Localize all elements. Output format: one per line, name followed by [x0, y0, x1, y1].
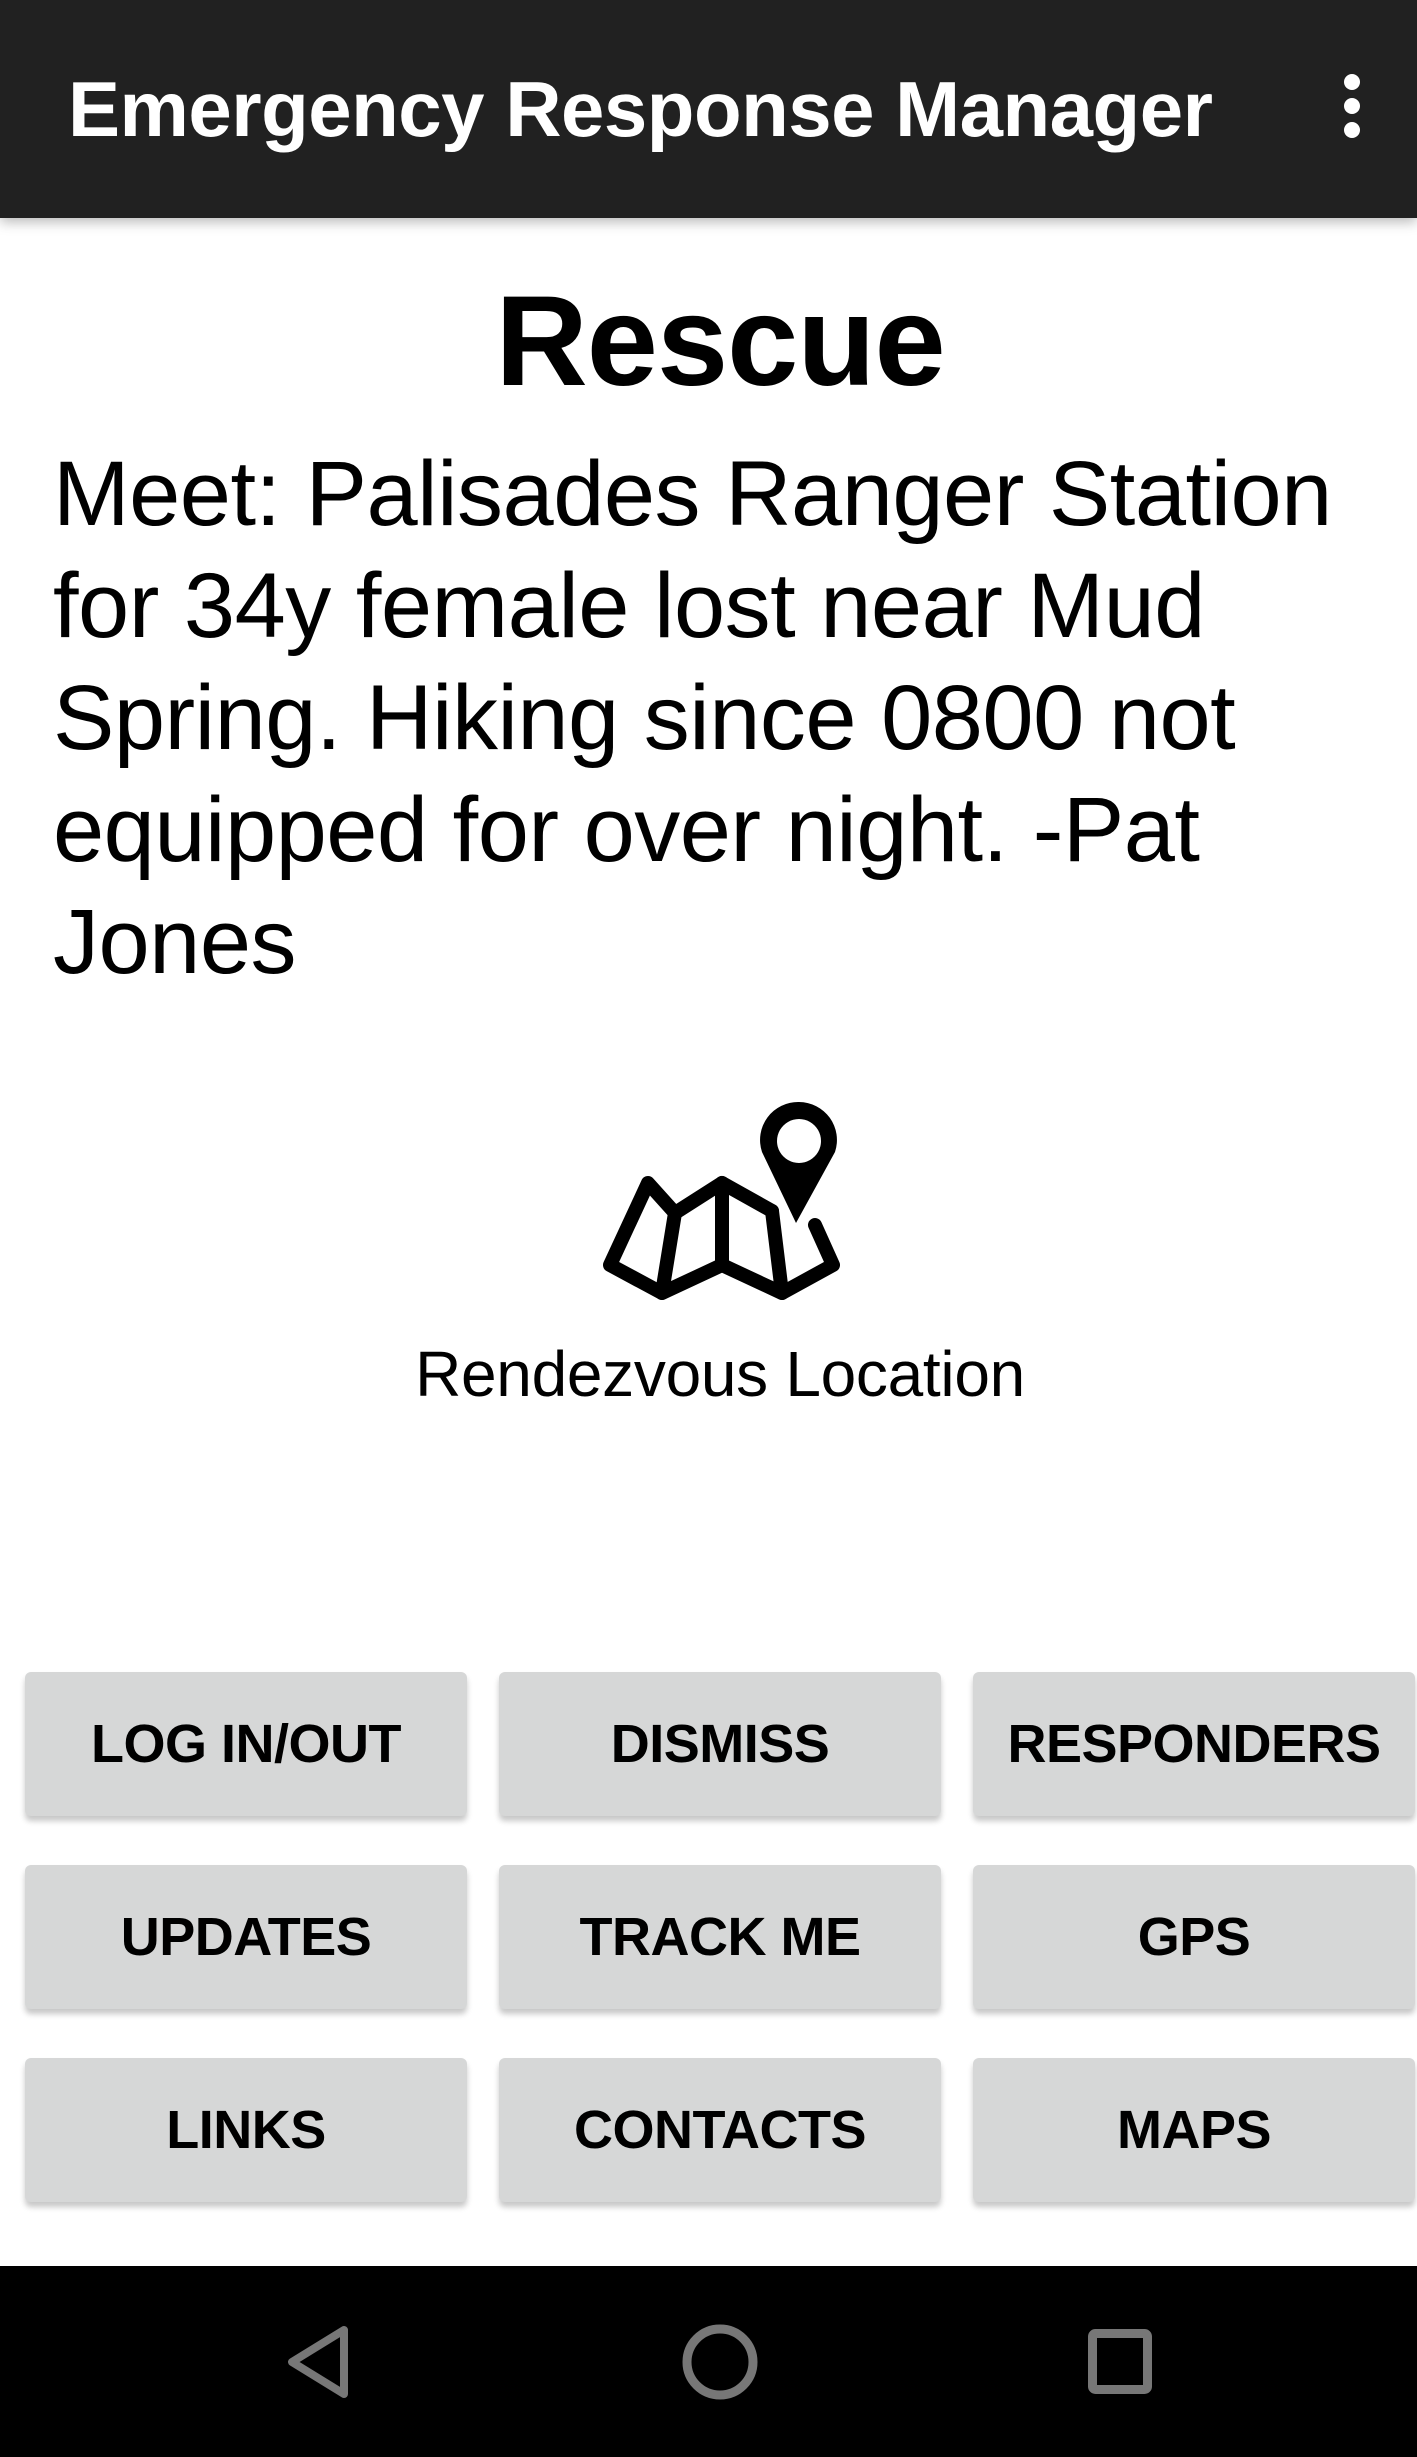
- links-button[interactable]: LINKS: [25, 2058, 467, 2202]
- dismiss-button[interactable]: DISMISS: [499, 1672, 941, 1816]
- alert-type-heading: Rescue: [495, 270, 945, 413]
- action-button-grid: LOG IN/OUT DISMISS RESPONDERS UPDATES TR…: [25, 1672, 1417, 2202]
- contacts-button[interactable]: CONTACTS: [499, 2058, 941, 2202]
- rendezvous-location-button[interactable]: Rendezvous Location: [0, 1093, 1417, 1414]
- app-title: Emergency Response Manager: [68, 65, 1213, 153]
- nav-back-button[interactable]: [220, 2266, 420, 2457]
- maps-button[interactable]: MAPS: [973, 2058, 1415, 2202]
- map-pin-icon: [603, 1101, 840, 1300]
- alert-message: Meet: Palisades Ranger Station for 34y f…: [53, 443, 1332, 993]
- rendezvous-location-label: Rendezvous Location: [415, 1338, 1025, 1410]
- system-nav-bar: [0, 2266, 1417, 2457]
- overflow-menu-button[interactable]: [1322, 60, 1382, 156]
- responders-button[interactable]: RESPONDERS: [973, 1672, 1415, 1816]
- back-triangle-icon: [288, 2326, 348, 2398]
- nav-home-button[interactable]: [620, 2266, 820, 2457]
- recents-square-icon: [1088, 2329, 1152, 2394]
- alert-content: Rescue Meet: Palisades Ranger Station fo…: [0, 218, 1417, 2266]
- log-in-out-button[interactable]: LOG IN/OUT: [25, 1672, 467, 1816]
- app-bar: Emergency Response Manager: [0, 0, 1417, 218]
- more-vert-icon-dot: [1344, 122, 1360, 138]
- gps-button[interactable]: GPS: [973, 1865, 1415, 2009]
- more-vert-icon: [1344, 74, 1360, 90]
- home-circle-icon: [682, 2324, 758, 2400]
- more-vert-icon-dot: [1344, 98, 1360, 114]
- nav-recents-button[interactable]: [1020, 2266, 1220, 2457]
- updates-button[interactable]: UPDATES: [25, 1865, 467, 2009]
- track-me-button[interactable]: TRACK ME: [499, 1865, 941, 2009]
